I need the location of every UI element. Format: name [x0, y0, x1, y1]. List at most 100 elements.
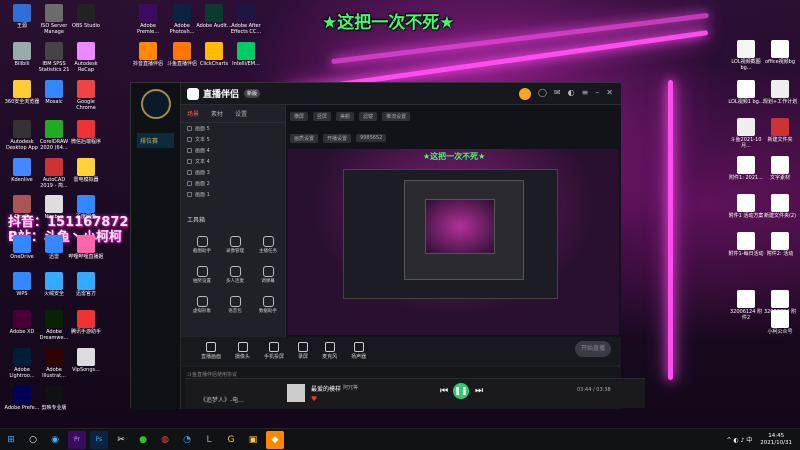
desktop-icon[interactable]: OneDrive [4, 235, 40, 260]
tool-button[interactable]: 多人连麦 [220, 266, 250, 284]
desktop-icon[interactable]: Adobe Lightroo... [4, 348, 40, 379]
desktop-icon[interactable]: 百度网盘 [68, 195, 104, 220]
desktop-icon[interactable]: 附件1 活动方案 [728, 194, 764, 219]
premiere-icon[interactable]: Pr [68, 430, 86, 449]
desktop-icon[interactable]: 迅雷 [36, 235, 72, 260]
preview-toolbar-item[interactable]: 美颜 [336, 111, 355, 121]
desktop-icon[interactable]: Adobe Illustrat... [36, 348, 72, 379]
desktop-icon[interactable]: ClickCharts [196, 42, 232, 67]
desktop-icon[interactable]: 附件1-每日活动 [728, 232, 764, 257]
chrome-icon[interactable]: ◍ [156, 431, 174, 449]
desktop-icon[interactable]: IBM SPSS Statistics 21 [36, 42, 72, 73]
bottom-toolbar-button[interactable]: 直播画面 [201, 342, 221, 360]
preview-toolbar-item[interactable]: 滤镜 [359, 111, 378, 121]
desktop-icon[interactable]: 迅雷官方 [68, 272, 104, 297]
avatar[interactable] [518, 87, 531, 100]
visibility-icon[interactable] [187, 170, 192, 175]
scene-tab[interactable]: 场景 [187, 109, 199, 118]
next-icon[interactable]: ⏭ [475, 386, 483, 396]
desktop-icon[interactable]: 剪映专业版 [36, 386, 72, 411]
bottom-toolbar-button[interactable]: 麦克风 [322, 342, 337, 360]
desktop-icon[interactable]: 360安全浏览器 [4, 80, 40, 105]
prev-icon[interactable]: ⏮ [440, 386, 448, 396]
desktop-icon[interactable]: Google Chrome [68, 80, 104, 111]
desktop-icon[interactable]: 斗鱼直播伴侣 [164, 42, 200, 67]
skin-icon[interactable]: ◐ [568, 88, 575, 100]
desktop-icon[interactable]: Adobe XD [4, 310, 40, 335]
desktop-icon[interactable]: 雷电模拟器 [68, 158, 104, 183]
desktop-icon[interactable]: 文字素材 [762, 156, 798, 181]
preview-toolbar-item[interactable]: 竖屏 [313, 111, 332, 121]
visibility-icon[interactable] [187, 159, 192, 164]
pause-button[interactable]: ❚❚ [453, 383, 469, 399]
desktop-icon[interactable]: Kdenlive [4, 158, 40, 183]
edge-icon[interactable]: ◉ [46, 431, 64, 449]
desktop-icon[interactable]: Autodesk ReCap [68, 42, 104, 73]
live-companion-window[interactable]: 排位赛 直播伴侣 新版 ◯ ✉ ◐ ≡ – ✕ 场景 素材 设置 画面 5 文本 5画… [130, 82, 621, 409]
folder-icon[interactable]: ▣ [244, 431, 262, 449]
bottom-toolbar-button[interactable]: 扬声器 [351, 342, 366, 360]
lol-icon[interactable]: L [200, 431, 218, 449]
desktop-icon[interactable]: Adobe Premie... [130, 4, 166, 35]
app-version-badge[interactable]: 新版 [244, 89, 261, 98]
minimize-icon[interactable]: – [595, 88, 599, 100]
desktop-icon[interactable]: Mosaic [36, 80, 72, 105]
desktop-icon[interactable]: Adobe Photosh... [164, 4, 200, 35]
scene-item[interactable]: 画面 2 [181, 178, 285, 189]
visibility-icon[interactable] [187, 192, 192, 197]
tool-button[interactable]: 调弹幕 [253, 266, 283, 284]
desktop-icon[interactable]: 新建文件夹 [762, 118, 798, 143]
desktop-icon[interactable]: LOL视频截图 bg... [728, 40, 764, 71]
clock[interactable]: 14:45 2021/10/31 [760, 433, 792, 447]
visibility-icon[interactable] [187, 137, 192, 142]
search-icon[interactable]: ○ [24, 431, 42, 449]
desktop-icon[interactable]: Intelli/EM... [228, 42, 264, 67]
visibility-icon[interactable] [187, 126, 192, 131]
desktop-icon[interactable]: 32006124 附件2 [728, 290, 764, 321]
visibility-icon[interactable] [187, 181, 192, 186]
live-companion-taskbar-icon[interactable]: ◆ [266, 430, 284, 449]
desktop-icon[interactable]: Adobe Audit... [196, 4, 232, 29]
desktop-icon[interactable]: 哔哩哔哩直播姬 [68, 235, 104, 260]
desktop-icon[interactable]: CorelDRAW 2020 (64... [36, 120, 72, 151]
menu-icon[interactable]: ≡ [582, 88, 589, 100]
desktop-icon[interactable]: Adobe After Effects CC... [228, 4, 264, 35]
bottom-toolbar-button[interactable]: 录屏 [298, 342, 308, 360]
scene-item[interactable]: 文本 4 [181, 156, 285, 167]
preview-status-item[interactable]: 开播设置 [323, 133, 352, 143]
desktop-icon[interactable]: LOL视频1 bg... [728, 80, 764, 105]
desktop-icon[interactable]: Autodesk Desktop App [4, 120, 40, 151]
desktop-icon[interactable]: 王源 [4, 4, 40, 29]
like-icon[interactable]: ♥ [311, 395, 317, 403]
scene-tab[interactable]: 设置 [235, 109, 247, 118]
preview-toolbar-item[interactable]: 推流设置 [382, 111, 411, 121]
scene-item[interactable]: 画面 3 [181, 167, 285, 178]
desktop-icon[interactable]: Nimbus [36, 195, 72, 220]
desktop-icon[interactable]: 抖音直播伴侣 [130, 42, 166, 67]
preview-status-item[interactable]: 9985652 [356, 134, 387, 142]
desktop-icon[interactable]: 微信后端程序 [68, 120, 104, 145]
tool-button[interactable]: 主播任务 [253, 236, 283, 254]
windows-start-icon[interactable]: ⊞ [2, 431, 20, 449]
desktop-icon[interactable]: 火绒安全 [36, 272, 72, 297]
capcut-icon[interactable]: ✂ [112, 431, 130, 449]
desktop-icon[interactable]: office视频bg [762, 40, 798, 65]
desktop-icon[interactable]: Origin [4, 195, 40, 220]
desktop-icon[interactable]: Adobe Prefe... [4, 386, 40, 411]
desktop-icon[interactable]: 附件1: 2021... [728, 156, 764, 181]
scene-item[interactable]: 画面 1 [181, 189, 285, 200]
desktop-icon[interactable]: 腾讯手游助手 [68, 310, 104, 335]
scene-tab[interactable]: 素材 [211, 109, 223, 118]
tool-button[interactable]: 截图助手 [187, 236, 217, 254]
mail-icon[interactable]: ✉ [554, 88, 561, 100]
desktop-icon[interactable]: 小柯公众号 [762, 310, 798, 335]
photoshop-icon[interactable]: Ps [90, 430, 108, 449]
scene-item[interactable]: 画面 4 [181, 145, 285, 156]
scene-item[interactable]: 画面 5 [181, 123, 285, 134]
bottom-toolbar-button[interactable]: 手机投屏 [264, 342, 284, 360]
tool-button[interactable]: 抽奖设置 [187, 266, 217, 284]
preview-status-item[interactable]: 画质设置 [290, 133, 319, 143]
scene-item[interactable]: 文本 5 [181, 134, 285, 145]
start-live-button[interactable]: 开始直播 [575, 341, 611, 357]
tray-icons[interactable]: ^ ◐ ♪ 中 [726, 435, 752, 444]
